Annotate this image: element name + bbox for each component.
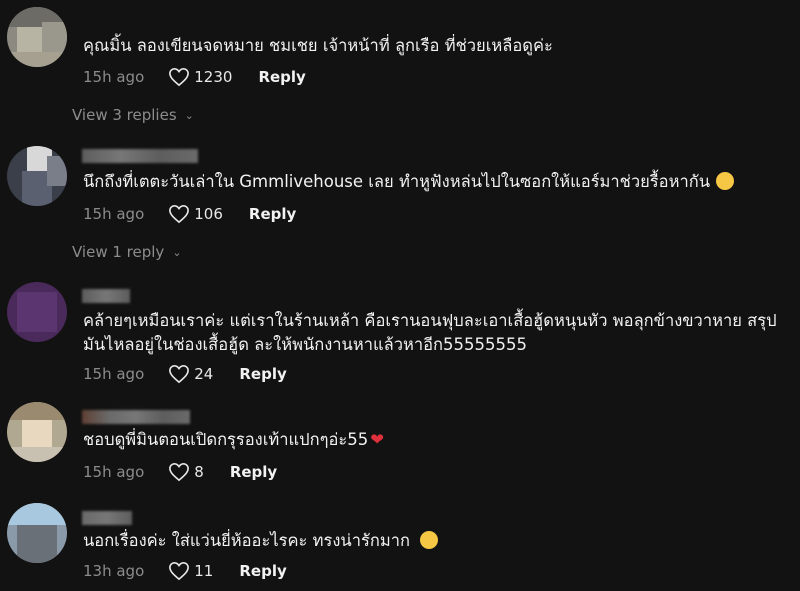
comment-text: นึกถึงที่เตตะวันเล่าใน Gmmlivehouse เลย …	[83, 170, 790, 194]
chevron-down-icon: ⌄	[172, 245, 182, 259]
heart-outline-icon	[169, 204, 190, 224]
heart-outline-icon	[169, 364, 190, 384]
like-count: 24	[194, 365, 214, 383]
view-replies-button[interactable]: View 3 replies ⌄	[72, 106, 194, 124]
comment-time: 13h ago	[83, 562, 145, 580]
like-count: 106	[194, 205, 223, 223]
red-heart-emoji: ❤	[370, 430, 385, 449]
comment-meta: 15h ago 24 Reply	[83, 362, 287, 386]
username[interactable]	[82, 410, 190, 424]
username[interactable]	[82, 289, 130, 303]
heart-outline-icon	[169, 462, 190, 482]
comment-text: นอกเรื่องค่ะ ใส่แว่นยี่ห้ออะไรคะ ทรงน่าร…	[83, 529, 790, 553]
smiling-emoji	[419, 531, 438, 549]
heart-outline-icon	[169, 561, 190, 581]
comment-meta: 15h ago 8 Reply	[83, 460, 277, 484]
like-button[interactable]: 24	[168, 364, 213, 384]
reply-button[interactable]: Reply	[230, 463, 277, 481]
like-button[interactable]: 11	[168, 561, 213, 581]
reply-button[interactable]: Reply	[239, 365, 286, 383]
reply-button[interactable]: Reply	[239, 562, 286, 580]
comment-meta: 15h ago 106 Reply	[83, 202, 296, 226]
reply-button[interactable]: Reply	[258, 68, 305, 86]
avatar[interactable]	[7, 402, 67, 462]
avatar[interactable]	[7, 503, 67, 563]
comment-text: ชอบดูพี่มินตอนเปิดกรุรองเท้าแปกๆอ่ะ55 ❤	[83, 430, 385, 449]
reply-button[interactable]: Reply	[249, 205, 296, 223]
comment-meta: 15h ago 1230 Reply	[83, 65, 306, 89]
view-replies-label: View 1 reply	[72, 243, 165, 261]
view-replies-label: View 3 replies	[72, 106, 177, 124]
like-button[interactable]: 1230	[168, 67, 232, 87]
comment-time: 15h ago	[83, 463, 145, 481]
comment-text: คุณมิ้น ลองเขียนจดหมาย ชมเชย เจ้าหน้าที่…	[83, 36, 553, 55]
like-button[interactable]: 8	[168, 462, 204, 482]
comment-text: คล้ายๆเหมือนเราค่ะ แต่เราในร้านเหล้า คือ…	[83, 311, 777, 354]
like-count: 11	[194, 562, 214, 580]
laughing-tears-emoji	[715, 172, 734, 190]
like-button[interactable]: 106	[168, 204, 223, 224]
avatar[interactable]	[7, 146, 67, 206]
view-replies-button[interactable]: View 1 reply ⌄	[72, 243, 182, 261]
username[interactable]	[82, 511, 132, 525]
avatar[interactable]	[7, 282, 67, 342]
like-count: 1230	[194, 68, 233, 86]
heart-outline-icon	[169, 67, 190, 87]
avatar[interactable]	[7, 7, 67, 67]
comment-meta: 13h ago 11 Reply	[83, 559, 287, 583]
comment-time: 15h ago	[83, 205, 145, 223]
like-count: 8	[194, 463, 204, 481]
username[interactable]	[82, 149, 198, 163]
comment-time: 15h ago	[83, 68, 145, 86]
comment-time: 15h ago	[83, 365, 145, 383]
username[interactable]	[82, 12, 83, 26]
chevron-down-icon: ⌄	[184, 108, 194, 122]
